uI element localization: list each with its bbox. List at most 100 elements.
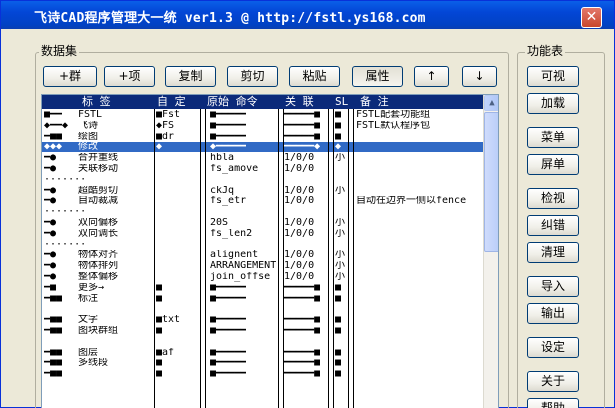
table-row[interactable]: ━● 合并重线 hbla 1/0/0 小: [42, 153, 483, 163]
table-row[interactable]: ━■■ 多线段 ■ ■━━━━━ ━━━━━■ ■: [42, 358, 483, 368]
column-header-3[interactable]: 关 联: [285, 95, 314, 109]
cell-sl: 小: [335, 261, 345, 272]
cell-sl: ◆: [335, 142, 342, 153]
scroll-up-button[interactable]: ▲: [484, 95, 498, 111]
cell-cmd: ■━━━━━: [210, 131, 247, 142]
table-row[interactable]: ◆◆◆ 修改 ◆ ◆━━━━━ ━━━━━◆ ◆: [42, 142, 483, 153]
dataset-button-2[interactable]: 复制: [165, 66, 216, 87]
cell-custom: ■Fst: [156, 110, 181, 120]
table-row[interactable]: ·······: [42, 175, 483, 185]
cell-sl: 小: [335, 185, 345, 196]
table-row[interactable]: ━■■ 图块群组 ■ ■━━━━━ ━━━━━■ ■: [42, 326, 483, 336]
cell-label: 整体偏移: [78, 272, 118, 282]
function-button-8[interactable]: 输出: [527, 303, 579, 324]
function-button-1[interactable]: 加载: [527, 93, 579, 114]
table-row[interactable]: ·······: [42, 207, 483, 217]
command-table[interactable]: 标 签 自 定 原始 命令 关 联 SL 备 注 ■━━ FSTL ■Fst ■━━━━━ ━━━…: [41, 94, 499, 408]
cell-cmd: ◆━━━━━: [210, 142, 247, 153]
table-row[interactable]: ━■■ 图层 ■af ■━━━━━ ━━━━━■ ■: [42, 348, 483, 358]
table-row[interactable]: ◆━━◆ 飞诗 ◆FS ■━━━━━ ━━━━━■ ■ FSTL默认程序包: [42, 121, 483, 131]
table-row[interactable]: ·······: [42, 240, 483, 250]
close-button[interactable]: ✕: [581, 7, 602, 28]
function-button-4[interactable]: 检视: [527, 188, 579, 209]
table-row[interactable]: ━● 超酷剪切 ckJq 1/0/0 小: [42, 186, 483, 196]
table-row[interactable]: ━● 双向偏移 20S 1/0/0 小: [42, 218, 483, 228]
table-row[interactable]: ■━━ FSTL ■Fst ■━━━━━ ━━━━━■ ■ FSTL配套功能组: [42, 110, 483, 120]
cell-sl: ■: [335, 369, 342, 380]
cell-assoc: ━━━━━■: [284, 131, 321, 142]
cell-label: 合并重线: [78, 153, 118, 164]
cell-label: FSTL: [78, 110, 103, 120]
window-title: 飞诗CAD程序管理大一统 ver1.3 @ http://fstl.ys168.…: [34, 11, 426, 26]
function-button-9[interactable]: 设定: [527, 337, 579, 358]
cell-cmd: ■━━━━━: [210, 326, 247, 336]
table-row[interactable]: ━■ 更多→ ■ ■━━━━━ ━━━━━■ ■: [42, 283, 483, 293]
cell-cmd: ■━━━━━: [210, 293, 247, 304]
cell-assoc: ━━━━━■: [284, 347, 321, 358]
title-bar[interactable]: 飞诗CAD程序管理大一统 ver1.3 @ http://fstl.ys168.…: [1, 1, 614, 29]
cell-assoc: ━━━━━■: [284, 120, 321, 131]
cell-custom: ◆FS: [156, 120, 175, 131]
cell-tree: ·······: [44, 239, 87, 250]
dataset-button-3[interactable]: 剪切: [227, 66, 278, 87]
function-button-5[interactable]: 纠错: [527, 215, 579, 236]
cell-tree: ━●: [44, 218, 57, 228]
column-header-1[interactable]: 自 定: [157, 95, 186, 109]
table-row[interactable]: ━● 物体对齐 alignent 1/0/0 小: [42, 250, 483, 260]
cell-label: 绘图: [78, 131, 98, 142]
cell-tree: ·······: [44, 207, 87, 218]
dataset-button-7[interactable]: ↓: [462, 66, 497, 87]
cell-sl: ■: [335, 315, 342, 326]
cell-custom: ■: [156, 293, 163, 304]
cell-tree: ━●: [44, 164, 57, 174]
cell-custom: ■: [156, 358, 163, 369]
function-button-2[interactable]: 菜单: [527, 127, 579, 148]
cell-label: 标注: [78, 293, 98, 304]
table-row[interactable]: ━● 物体排列 ARRANGEMENT 1/0/0 小: [42, 261, 483, 271]
function-button-3[interactable]: 屏单: [527, 154, 579, 175]
dataset-button-0[interactable]: +群: [43, 66, 97, 87]
dataset-button-1[interactable]: +项: [104, 66, 155, 87]
cell-custom: ■: [156, 282, 163, 293]
cell-tree: ━●: [44, 250, 57, 261]
cell-sl: ■: [335, 110, 342, 120]
table-row[interactable]: ━● 整体偏移 join_offse 1/0/0 小: [42, 272, 483, 282]
function-button-6[interactable]: 清理: [527, 242, 579, 263]
cell-cmd: join_offse: [210, 272, 271, 282]
column-header-5[interactable]: 备 注: [360, 95, 389, 109]
function-button-11[interactable]: 帮助: [527, 398, 579, 408]
cell-cmd: ■━━━━━: [210, 347, 247, 358]
cell-label: 物体对齐: [78, 250, 118, 261]
cell-assoc: 1/0/0: [284, 153, 315, 164]
dataset-button-6[interactable]: ↑: [414, 66, 449, 87]
table-row[interactable]: [42, 337, 483, 347]
cell-label: 超酷剪切: [78, 185, 118, 196]
function-button-10[interactable]: 关于: [527, 371, 579, 392]
cell-assoc: ━━━━━■: [284, 369, 321, 380]
column-header-4[interactable]: SL: [335, 95, 348, 109]
table-row[interactable]: ━● 关联移动 fs_amove 1/0/0: [42, 164, 483, 174]
function-button-7[interactable]: 导入: [527, 276, 579, 297]
table-scrollbar[interactable]: ▲: [483, 95, 498, 408]
cell-tree: ■━━: [44, 110, 63, 120]
column-header-0[interactable]: 标 签: [82, 95, 111, 109]
table-row[interactable]: ━■■ 绘图 ■dr ■━━━━━ ━━━━━■ ■: [42, 132, 483, 142]
cell-tree: ━●: [44, 153, 57, 164]
cell-cmd: ■━━━━━: [210, 120, 247, 131]
column-header-2[interactable]: 原始 命令: [207, 95, 258, 109]
dataset-button-5[interactable]: 属性: [352, 66, 403, 87]
cell-sl: ■: [335, 293, 342, 304]
scroll-thumb[interactable]: [484, 112, 498, 252]
table-row[interactable]: ━● 双向调长 fs_len2 1/0/0 小: [42, 229, 483, 239]
table-row[interactable]: ━● 自动裁减 fs_etr 1/0/0 自动在边界一侧以fence: [42, 196, 483, 206]
table-row[interactable]: ━■■ ■ ■━━━━━ ━━━━━■ ■: [42, 369, 483, 379]
cell-assoc: ━━━━━■: [284, 326, 321, 336]
table-row[interactable]: ━■■ 文字 ■txt ■━━━━━ ━━━━━■ ■: [42, 315, 483, 325]
dataset-button-4[interactable]: 粘贴: [289, 66, 340, 87]
cell-sl: 小: [335, 218, 345, 228]
cell-assoc: ━━━━━◆: [284, 142, 321, 153]
cell-label: 更多→: [78, 282, 105, 293]
function-button-0[interactable]: 可视: [527, 66, 579, 87]
table-row[interactable]: [42, 304, 483, 314]
table-row[interactable]: ━■■ 标注 ■ ■━━━━━ ━━━━━■ ■: [42, 294, 483, 304]
